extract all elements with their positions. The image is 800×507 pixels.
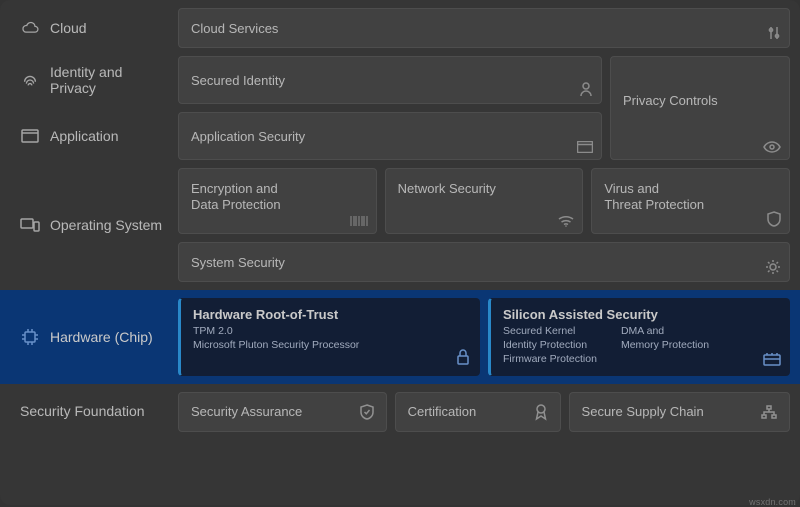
card-chip-icon: [763, 352, 781, 369]
card-network-security-label: Network Security: [398, 181, 496, 197]
chip-icon: [20, 327, 40, 347]
person-icon: [579, 81, 593, 97]
ribbon-icon: [534, 403, 548, 421]
row-identity-app: Identity and Privacy Application Secured…: [10, 56, 790, 160]
card-secured-identity[interactable]: Secured Identity: [178, 56, 602, 104]
gear-shield-icon: [765, 259, 781, 275]
label-foundation-text: Security Foundation: [20, 403, 145, 419]
row-cloud: Cloud Cloud Services: [10, 8, 790, 48]
label-application-text: Application: [50, 128, 119, 144]
label-cloud: Cloud: [10, 8, 170, 48]
card-supply-label: Secure Supply Chain: [582, 404, 704, 419]
card-system-security[interactable]: System Security: [178, 242, 790, 282]
card-virus-threat[interactable]: Virus and Threat Protection: [591, 168, 790, 234]
silicon-col1-a: Secured Kernel: [503, 324, 597, 338]
card-encryption-label: Encryption and Data Protection: [191, 181, 281, 214]
app-window-icon: [577, 141, 593, 153]
label-cloud-text: Cloud: [50, 20, 87, 36]
shield-icon: [767, 211, 781, 227]
label-hardware-text: Hardware (Chip): [50, 329, 153, 345]
label-identity-text: Identity and Privacy: [50, 64, 164, 96]
card-cloud-services[interactable]: Cloud Services: [178, 8, 790, 48]
eye-icon: [763, 141, 781, 153]
cloud-icon: [20, 21, 40, 35]
label-identity: Identity and Privacy: [10, 56, 170, 104]
label-foundation: Security Foundation: [10, 392, 170, 432]
silicon-col2-a: DMA and: [621, 324, 709, 338]
barcode-icon: [350, 215, 368, 227]
card-certification[interactable]: Certification: [395, 392, 561, 432]
card-hardware-root-of-trust[interactable]: Hardware Root-of-Trust TPM 2.0 Microsoft…: [178, 298, 480, 376]
card-virus-threat-label: Virus and Threat Protection: [604, 181, 704, 214]
card-cloud-services-label: Cloud Services: [191, 21, 278, 36]
label-os: Operating System: [10, 168, 170, 282]
label-application: Application: [10, 112, 170, 160]
devices-icon: [20, 217, 40, 233]
card-root-title: Hardware Root-of-Trust: [193, 307, 443, 322]
lock-icon: [455, 348, 471, 369]
card-silicon-assisted-security[interactable]: Silicon Assisted Security Secured Kernel…: [488, 298, 790, 376]
card-security-assurance[interactable]: Security Assurance: [178, 392, 387, 432]
card-silicon-title: Silicon Assisted Security: [503, 307, 753, 322]
fingerprint-icon: [20, 71, 40, 89]
card-encryption[interactable]: Encryption and Data Protection: [178, 168, 377, 234]
card-privacy-controls[interactable]: Privacy Controls: [610, 56, 790, 160]
wifi-icon: [558, 215, 574, 227]
org-chart-icon: [761, 405, 777, 419]
watermark: wsxdn.com: [749, 497, 796, 507]
card-application-security-label: Application Security: [191, 129, 305, 144]
row-foundation: Security Foundation Security Assurance C…: [10, 392, 790, 432]
check-shield-icon: [360, 404, 374, 420]
silicon-col1-c: Firmware Protection: [503, 352, 597, 366]
card-root-line1: TPM 2.0: [193, 324, 443, 338]
card-privacy-controls-label: Privacy Controls: [623, 93, 718, 108]
row-hardware: Hardware (Chip) Hardware Root-of-Trust T…: [0, 290, 800, 384]
card-secured-identity-label: Secured Identity: [191, 73, 285, 88]
silicon-col1-b: Identity Protection: [503, 338, 597, 352]
window-icon: [20, 129, 40, 143]
label-os-text: Operating System: [50, 217, 162, 233]
card-application-security[interactable]: Application Security: [178, 112, 602, 160]
card-system-security-label: System Security: [191, 255, 285, 270]
card-secure-supply-chain[interactable]: Secure Supply Chain: [569, 392, 790, 432]
label-hardware: Hardware (Chip): [10, 298, 170, 376]
card-network-security[interactable]: Network Security: [385, 168, 584, 234]
card-cert-label: Certification: [408, 404, 477, 419]
silicon-col2-b: Memory Protection: [621, 338, 709, 352]
card-assurance-label: Security Assurance: [191, 404, 302, 419]
card-root-line2: Microsoft Pluton Security Processor: [193, 338, 443, 352]
sliders-icon: [767, 25, 781, 41]
row-os: Operating System Encryption and Data Pro…: [10, 168, 790, 282]
